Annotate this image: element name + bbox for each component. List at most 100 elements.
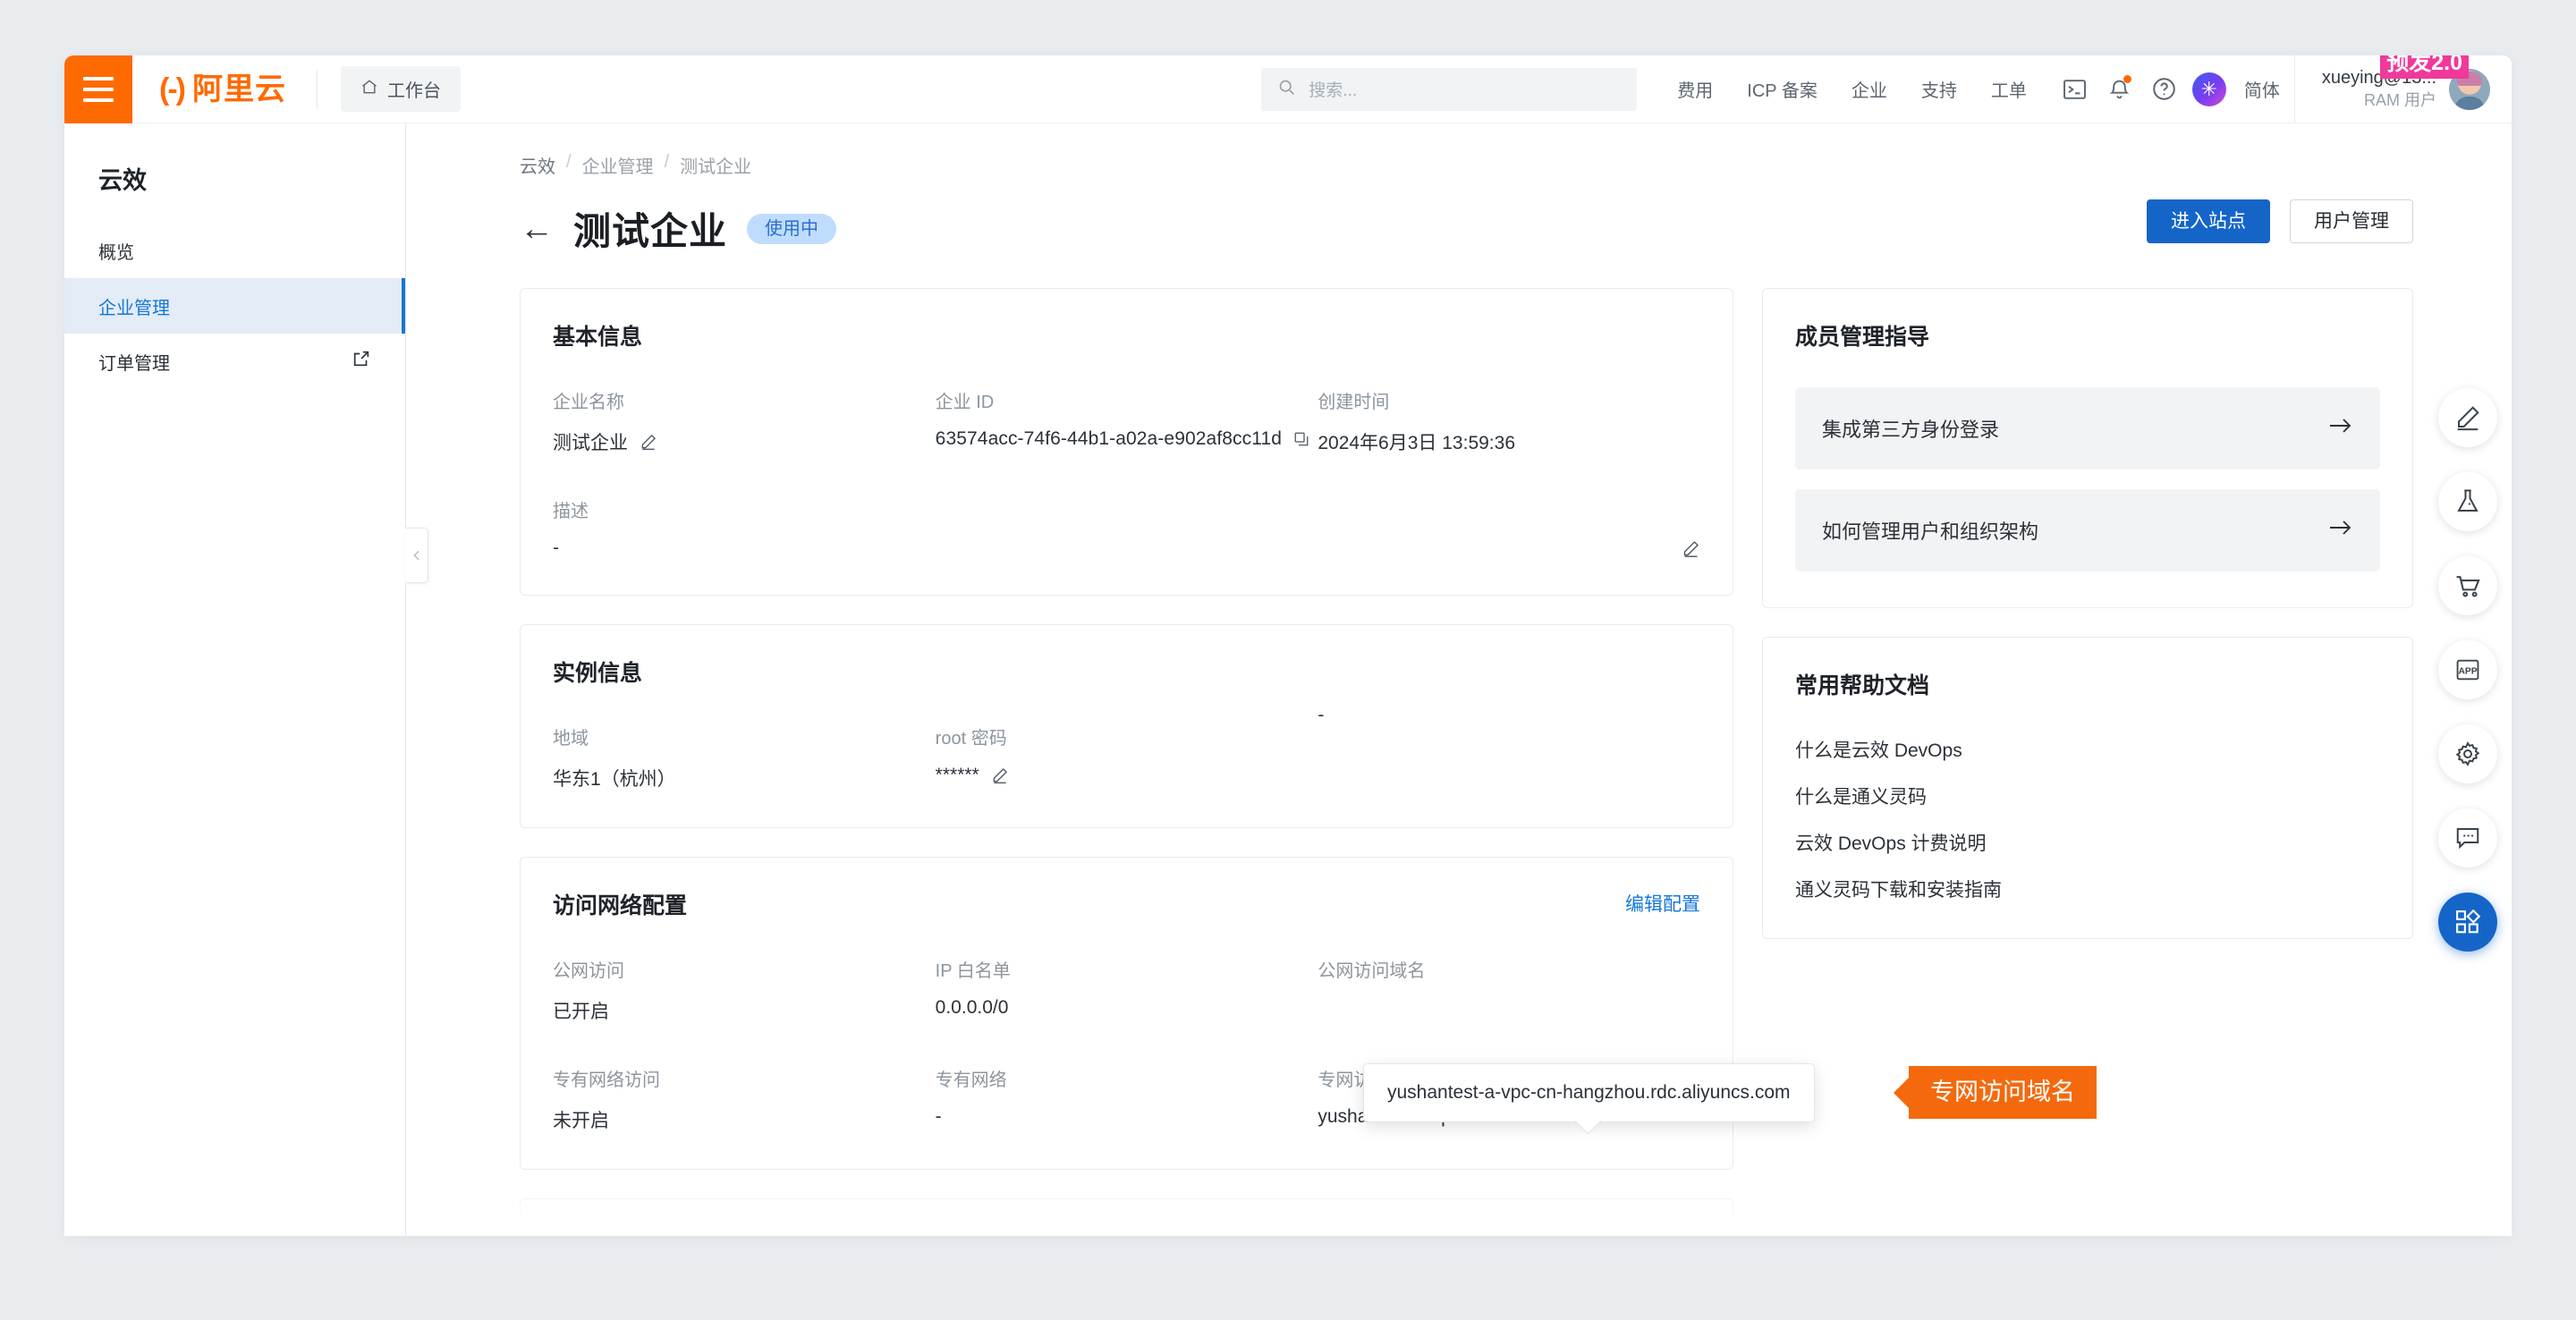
- member-guide-card: 成员管理指导 集成第三方身份登录 如何管理用户和组织架构: [1762, 288, 2413, 608]
- nav-enterprise[interactable]: 企业: [1835, 76, 1904, 102]
- page-title: 测试企业: [573, 210, 728, 252]
- field-extra: -: [1318, 705, 1700, 791]
- app-body: 云效 概览 企业管理 订单管理 云效 / 企业管理 / 测试企业 ← 测试企业 …: [64, 123, 2512, 1236]
- chat-feedback-icon[interactable]: [2438, 808, 2497, 867]
- aliyun-logo[interactable]: (-) 阿里云: [132, 74, 317, 105]
- bell-icon[interactable]: [2097, 67, 2142, 112]
- field-enterprise-id: 企业 ID 63574acc-74f6-44b1-a02a-e902af8cc1…: [936, 387, 1318, 455]
- card-title: 访问网络配置: [553, 893, 688, 918]
- status-badge: 使用中: [747, 213, 837, 244]
- copy-icon[interactable]: [1293, 431, 1309, 447]
- sidebar-collapse-handle[interactable]: [405, 528, 428, 583]
- pencil-edit-icon[interactable]: [2438, 388, 2497, 447]
- edit-pencil-icon[interactable]: [640, 433, 657, 451]
- field-value: 已开启: [553, 1002, 609, 1022]
- field-value-row: 63574acc-74f6-44b1-a02a-e902af8cc11d: [936, 428, 1318, 450]
- shopping-cart-icon[interactable]: [2438, 556, 2497, 615]
- svg-text:APP: APP: [2458, 667, 2477, 677]
- field-create-time: 创建时间 2024年6月3日 13:59:36: [1318, 387, 1700, 455]
- instance-info-fields: 地域 华东1（杭州） root 密码 ****** -: [553, 705, 1700, 791]
- edit-pencil-icon[interactable]: [1682, 539, 1700, 558]
- guide-item-third-party-login[interactable]: 集成第三方身份登录: [1795, 387, 2380, 470]
- field-value: 0.0.0.0/0: [935, 997, 1009, 1018]
- field-label: 公网访问: [553, 961, 624, 981]
- nav-support[interactable]: 支持: [1904, 76, 1974, 102]
- external-link-icon: [352, 349, 371, 374]
- search-icon: [1277, 78, 1296, 101]
- network-row-1: 公网访问 已开启 IP 白名单 0.0.0.0/0 公网访问域名: [553, 956, 1700, 1024]
- field-root-password: root 密码 ******: [936, 723, 1318, 791]
- next-card-partial: [520, 1198, 1733, 1236]
- field-vpc-access: 专有网络访问 未开启: [553, 1065, 936, 1133]
- doc-link-3[interactable]: 通义灵码下载和安装指南: [1795, 876, 2380, 902]
- terminal-icon[interactable]: [2053, 67, 2097, 112]
- enter-site-button[interactable]: 进入站点: [2147, 199, 2270, 243]
- breadcrumb-item-1[interactable]: 企业管理: [582, 152, 654, 178]
- sidebar-item-order-management[interactable]: 订单管理: [64, 334, 405, 389]
- sidebar-item-overview[interactable]: 概览: [64, 223, 405, 278]
- ai-assistant-icon[interactable]: ✳: [2187, 67, 2232, 112]
- field-public-access: 公网访问 已开启: [553, 956, 936, 1024]
- field-value: 华东1（杭州）: [553, 769, 676, 790]
- field-label: 公网访问域名: [1318, 961, 1426, 981]
- side-column: 成员管理指导 集成第三方身份登录 如何管理用户和组织架构 常用帮助文档 什么是云…: [1762, 288, 2413, 968]
- field-label: IP 白名单: [935, 961, 1011, 981]
- app-icon[interactable]: APP: [2438, 640, 2497, 699]
- field-public-domain: 公网访问域名: [1318, 956, 1700, 1024]
- sidebar-item-enterprise-management[interactable]: 企业管理: [64, 278, 405, 334]
- field-value-row: -: [1318, 705, 1700, 726]
- help-icon[interactable]: [2142, 67, 2187, 112]
- arrow-right-icon: [2328, 518, 2353, 543]
- workbench-button[interactable]: 工作台: [340, 66, 461, 112]
- field-label: 描述: [553, 502, 589, 521]
- flask-lab-icon[interactable]: [2438, 472, 2497, 531]
- sidebar-item-label: 概览: [98, 242, 134, 263]
- breadcrumb-item-0[interactable]: 云效: [520, 152, 555, 178]
- sidebar-item-label: 订单管理: [98, 353, 170, 374]
- global-header: (-) 阿里云 工作台 搜索... 费用 ICP 备案 企业 支持 工单 ✳ 简…: [64, 55, 2512, 123]
- instance-info-card: 实例信息 地域 华东1（杭州） root 密码 ****** -: [520, 624, 1733, 828]
- field-value: -: [553, 537, 559, 558]
- gear-settings-icon[interactable]: [2438, 724, 2497, 783]
- field-value: -: [935, 1106, 942, 1127]
- help-docs-card: 常用帮助文档 什么是云效 DevOps 什么是通义灵码 云效 DevOps 计费…: [1762, 637, 2413, 939]
- hamburger-icon[interactable]: [64, 55, 132, 123]
- description-block: 描述 -: [553, 496, 1700, 559]
- card-title: 成员管理指导: [1795, 325, 1930, 350]
- field-ip-whitelist: IP 白名单 0.0.0.0/0: [936, 956, 1318, 1024]
- field-label: root 密码: [935, 729, 1007, 749]
- field-label: 专有网络访问: [553, 1070, 660, 1090]
- nav-fees[interactable]: 费用: [1660, 76, 1730, 102]
- ai-orb: ✳: [2191, 72, 2226, 106]
- search-input[interactable]: 搜索...: [1261, 67, 1638, 111]
- field-vpc: 专有网络 -: [936, 1065, 1318, 1133]
- field-enterprise-name: 企业名称 测试企业: [553, 387, 936, 455]
- language-switcher[interactable]: 简体: [2232, 76, 2294, 102]
- guide-item-user-org-management[interactable]: 如何管理用户和组织架构: [1795, 489, 2380, 571]
- notification-badge: [2123, 74, 2131, 83]
- field-region: 地域 华东1（杭州）: [553, 723, 936, 791]
- doc-link-0[interactable]: 什么是云效 DevOps: [1795, 736, 2380, 763]
- apps-grid-icon[interactable]: [2438, 893, 2497, 952]
- field-value: -: [1318, 705, 1325, 725]
- field-label: 企业 ID: [935, 393, 995, 412]
- card-title: 实例信息: [553, 661, 643, 686]
- doc-link-1[interactable]: 什么是通义灵码: [1795, 783, 2380, 809]
- card-title: 基本信息: [553, 325, 643, 350]
- nav-icp[interactable]: ICP 备案: [1730, 76, 1835, 102]
- nav-tickets[interactable]: 工单: [1974, 76, 2044, 102]
- field-value-row: ******: [936, 765, 1318, 786]
- basic-info-card: 基本信息 企业名称 测试企业 企业 ID 63574acc-74f6-44b1-…: [520, 288, 1733, 596]
- edit-pencil-icon[interactable]: [991, 766, 1009, 784]
- user-account-menu[interactable]: xueying@13... RAM 用户 预发2.0: [2293, 55, 2512, 123]
- card-title: 常用帮助文档: [1795, 673, 1930, 698]
- floating-action-rail: APP: [2438, 388, 2497, 977]
- breadcrumb-separator: /: [566, 152, 572, 172]
- breadcrumb-item-2: 测试企业: [680, 157, 752, 177]
- edit-config-link[interactable]: 编辑配置: [1625, 890, 1700, 917]
- user-management-button[interactable]: 用户管理: [2290, 199, 2413, 243]
- doc-link-2[interactable]: 云效 DevOps 计费说明: [1795, 829, 2380, 856]
- field-value: 未开启: [553, 1111, 609, 1131]
- back-arrow-icon[interactable]: ←: [520, 212, 554, 246]
- page-actions: 进入站点 用户管理: [2147, 199, 2413, 243]
